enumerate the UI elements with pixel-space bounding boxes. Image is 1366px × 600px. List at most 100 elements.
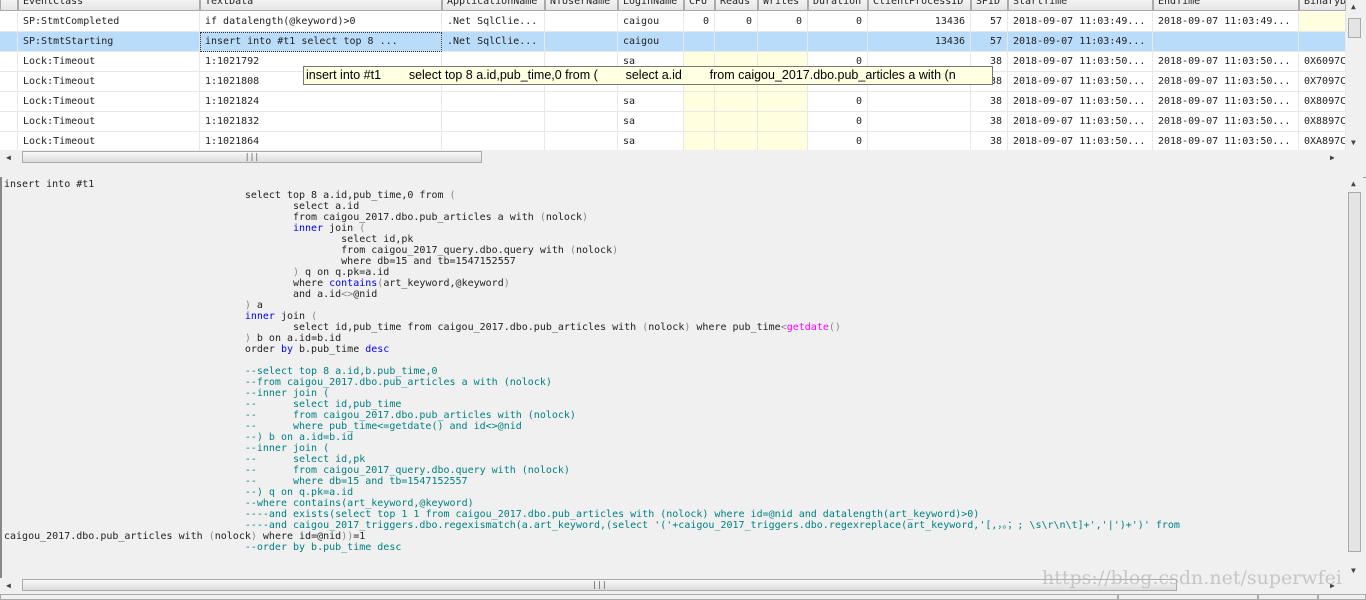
scroll-down-icon[interactable]: ▼: [1351, 138, 1356, 147]
column-header-starttime[interactable]: StartTime: [1008, 0, 1153, 11]
cell-spid: 57: [971, 32, 1008, 52]
table-row[interactable]: SP:StmtCompleted if datalength(@keyword)>…: [0, 12, 1346, 32]
cell-loginname: sa: [618, 92, 684, 112]
row-selector[interactable]: [0, 52, 18, 72]
cell-writes: [758, 112, 808, 132]
cell-binaryd: 0X8097C: [1299, 92, 1346, 112]
column-header-cpu[interactable]: CPU: [684, 0, 715, 11]
column-header-textdata[interactable]: TextData: [200, 0, 442, 11]
cell-starttime: 2018-09-07 11:03:49...: [1008, 32, 1153, 52]
table-row[interactable]: Lock:Timeout 1:1021864 sa 0 38 2018-09-07 11:…: [0, 132, 1346, 150]
column-header-applicationname[interactable]: ApplicationName: [442, 0, 545, 11]
cell-endtime: [1153, 32, 1299, 52]
cell-eventclass: Lock:Timeout: [18, 132, 200, 150]
cell-eventclass: SP:StmtStarting: [18, 32, 200, 52]
cell-textdata: 1:1021832: [200, 112, 442, 132]
row-selector[interactable]: [0, 32, 18, 52]
cell-spid: 57: [971, 12, 1008, 32]
sql-text: insert into #t1 select top 8 a.id,pub_ti…: [4, 179, 1180, 553]
grid-vscroll-thumb[interactable]: [1348, 18, 1361, 38]
cell-clientprocessid: [868, 132, 971, 150]
cell-binaryd: 0X6097C: [1299, 52, 1346, 72]
grid-vertical-scrollbar[interactable]: ▲ ▼: [1346, 0, 1363, 150]
row-selector[interactable]: [0, 72, 18, 92]
cell-duration: 0: [808, 112, 868, 132]
scroll-left-icon[interactable]: ◀: [6, 153, 11, 162]
scroll-down-icon[interactable]: ▼: [1351, 566, 1356, 575]
cell-reads: [715, 132, 758, 150]
scroll-right-icon[interactable]: ▶: [1330, 153, 1335, 162]
column-header-endtime[interactable]: EndTime: [1153, 0, 1299, 11]
cell-binaryd: 0X8897C: [1299, 112, 1346, 132]
cell-writes: [758, 92, 808, 112]
cell-binaryd: 0X7097C: [1299, 72, 1346, 92]
cell-eventclass: SP:StmtCompleted: [18, 12, 200, 32]
column-header-ntusername[interactable]: NTUserName: [545, 0, 618, 11]
textdata-tooltip: insert into #t1 select top 8 a.id,pub_ti…: [303, 66, 993, 85]
cell-starttime: 2018-09-07 11:03:49...: [1008, 12, 1153, 32]
cell-starttime: 2018-09-07 11:03:50...: [1008, 92, 1153, 112]
cell-endtime: 2018-09-07 11:03:49...: [1153, 12, 1299, 32]
cell-cpu: 0: [684, 12, 715, 32]
cell-textdata: 1:1021824: [200, 92, 442, 112]
column-header-eventclass[interactable]: EventClass: [18, 0, 200, 11]
cell-starttime: 2018-09-07 11:03:50...: [1008, 72, 1153, 92]
grid-hscroll-thumb[interactable]: |||: [22, 151, 482, 163]
row-selector[interactable]: [0, 92, 18, 112]
row-selector[interactable]: [0, 112, 18, 132]
cell-ntusername: [545, 12, 618, 32]
cell-textdata: insert into #t1 select top 8 ...: [200, 32, 442, 52]
cell-clientprocessid: [868, 92, 971, 112]
cell-loginname: caigou: [618, 12, 684, 32]
text-hscroll-thumb[interactable]: |||: [22, 579, 1177, 591]
column-header-writes[interactable]: Writes: [758, 0, 808, 11]
cell-writes: [758, 32, 808, 52]
cell-textdata: 1:1021864: [200, 132, 442, 150]
table-row[interactable]: Lock:Timeout 1:1021824 sa 0 38 2018-09-07 11:…: [0, 92, 1346, 112]
cell-reads: [715, 112, 758, 132]
cell-reads: [715, 32, 758, 52]
column-header-duration[interactable]: Duration: [808, 0, 868, 11]
cell-loginname: caigou: [618, 32, 684, 52]
text-vertical-scrollbar[interactable]: ▲ ▼: [1346, 177, 1363, 578]
cell-eventclass: Lock:Timeout: [18, 92, 200, 112]
cell-applicationname: [442, 92, 545, 112]
cell-cpu: [684, 32, 715, 52]
column-header-loginname[interactable]: LoginName: [618, 0, 684, 11]
cell-applicationname: .Net SqlClie...: [442, 12, 545, 32]
text-vscroll-thumb[interactable]: [1348, 192, 1361, 552]
cell-starttime: 2018-09-07 11:03:50...: [1008, 132, 1153, 150]
column-header-reads[interactable]: Reads: [715, 0, 758, 11]
scroll-left-icon[interactable]: ◀: [6, 581, 11, 590]
status-bar: [0, 594, 1366, 600]
cell-clientprocessid: 13436: [868, 12, 971, 32]
table-row[interactable]: Lock:Timeout 1:1021832 sa 0 38 2018-09-07 11:…: [0, 112, 1346, 132]
cell-eventclass: Lock:Timeout: [18, 112, 200, 132]
cell-endtime: 2018-09-07 11:03:50...: [1153, 72, 1299, 92]
row-selector[interactable]: [0, 12, 18, 32]
row-selector[interactable]: [0, 132, 18, 150]
column-header-spid[interactable]: SPID: [971, 0, 1008, 11]
column-header-binaryd[interactable]: BinaryD: [1299, 0, 1346, 11]
cell-eventclass: Lock:Timeout: [18, 72, 200, 92]
cell-duration: 0: [808, 132, 868, 150]
cell-binaryd: [1299, 32, 1346, 52]
cell-spid: 38: [971, 92, 1008, 112]
cell-starttime: 2018-09-07 11:03:50...: [1008, 112, 1153, 132]
textdata-detail-pane[interactable]: insert into #t1 select top 8 a.id,pub_ti…: [0, 177, 1346, 578]
table-row[interactable]: SP:StmtStarting insert into #t1 select to…: [0, 32, 1346, 52]
scroll-up-icon[interactable]: ▲: [1351, 179, 1356, 188]
cell-ntusername: [545, 32, 618, 52]
cell-ntusername: [545, 92, 618, 112]
cell-spid: 38: [971, 132, 1008, 150]
grid-header: EventClass TextData ApplicationName NTUserN…: [0, 0, 1346, 11]
cell-binaryd: 0XA897C: [1299, 132, 1346, 150]
cell-endtime: 2018-09-07 11:03:50...: [1153, 132, 1299, 150]
cell-duration: 0: [808, 92, 868, 112]
column-header-clientprocessid[interactable]: ClientProcessID: [868, 0, 971, 11]
cell-writes: [758, 132, 808, 150]
cell-loginname: sa: [618, 132, 684, 150]
cell-textdata: if datalength(@keyword)>0: [200, 12, 442, 32]
grid-horizontal-scrollbar[interactable]: ◀ ||| ▶: [0, 150, 1346, 165]
scroll-up-icon[interactable]: ▲: [1351, 2, 1356, 11]
